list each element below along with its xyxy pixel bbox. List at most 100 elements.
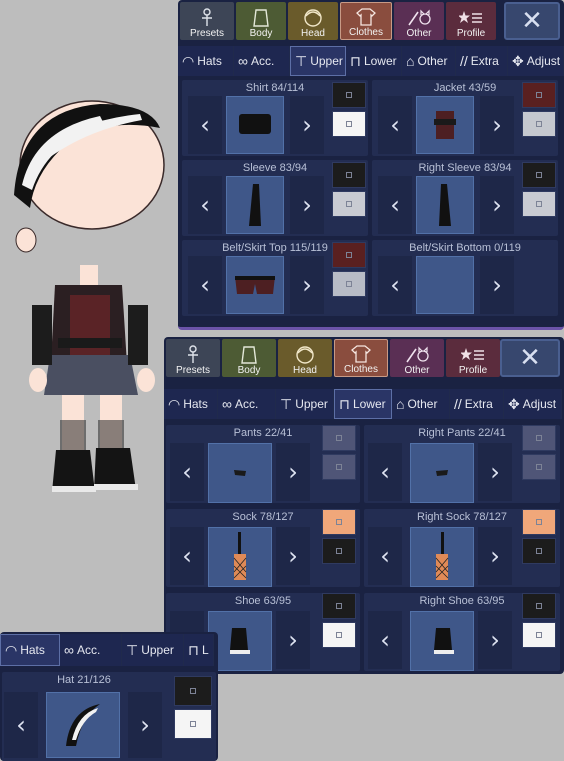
color-swatch-1[interactable] xyxy=(174,676,212,706)
color-swatch-2[interactable] xyxy=(522,538,556,564)
subtab-hats[interactable]: ◠ Hats xyxy=(178,46,234,76)
subtab-upper[interactable]: ⊤ Upper xyxy=(276,389,334,419)
subtab-other[interactable]: ⌂ Other xyxy=(392,389,450,419)
next-button[interactable]: › xyxy=(478,527,512,585)
color-swatch-1[interactable] xyxy=(332,162,366,188)
subtab-lower[interactable]: ⊓ Lower xyxy=(346,46,402,76)
item-preview[interactable] xyxy=(46,692,120,758)
subtab-lower[interactable]: ⊓ Lower xyxy=(334,389,392,419)
subtab-acc[interactable]: ∞ Acc. xyxy=(234,46,290,76)
subtab-hats[interactable]: ◠ Hats xyxy=(0,634,60,666)
color-swatch-1[interactable] xyxy=(522,82,556,108)
subtab-hats[interactable]: ◠ Hats xyxy=(164,389,218,419)
prev-button[interactable]: ‹ xyxy=(368,443,402,501)
next-button[interactable]: › xyxy=(276,611,310,669)
prev-button[interactable]: ‹ xyxy=(378,176,412,234)
color-swatch-2[interactable] xyxy=(332,111,366,137)
item-preview[interactable] xyxy=(226,96,284,154)
prev-button[interactable]: ‹ xyxy=(170,443,204,501)
color-swatch-2[interactable] xyxy=(522,111,556,137)
subtab-other[interactable]: ⌂ Other xyxy=(402,46,456,76)
next-button[interactable]: › xyxy=(276,443,310,501)
prev-button[interactable]: ‹ xyxy=(188,256,222,314)
color-swatch-2[interactable] xyxy=(322,538,356,564)
item-preview[interactable] xyxy=(410,527,474,587)
prev-button[interactable]: ‹ xyxy=(368,527,402,585)
next-button[interactable]: › xyxy=(276,527,310,585)
prev-button[interactable]: ‹ xyxy=(170,527,204,585)
color-swatch-1[interactable] xyxy=(522,162,556,188)
tab-head[interactable]: Head xyxy=(288,2,338,40)
color-swatch-1[interactable] xyxy=(332,242,366,268)
item-preview[interactable] xyxy=(226,176,284,234)
next-button[interactable]: › xyxy=(128,692,162,758)
item-preview[interactable] xyxy=(416,176,474,234)
subtab-upper[interactable]: ⊤ Upper xyxy=(122,634,184,666)
color-swatch-2[interactable] xyxy=(332,271,366,297)
item-preview[interactable] xyxy=(416,96,474,154)
swatch-dot xyxy=(536,201,542,207)
next-button[interactable]: › xyxy=(290,96,324,154)
swatch-dot xyxy=(536,519,542,525)
prev-button[interactable]: ‹ xyxy=(4,692,38,758)
star-list-icon xyxy=(461,344,485,366)
tab-presets[interactable]: Presets xyxy=(166,339,220,377)
item-cell-belt-skirt-top: Belt/Skirt Top 115/119 ‹ › xyxy=(182,240,368,316)
next-button[interactable]: › xyxy=(290,176,324,234)
tab-clothes[interactable]: Clothes xyxy=(334,339,388,377)
next-button[interactable]: › xyxy=(290,256,324,314)
color-swatch-2[interactable] xyxy=(322,454,356,480)
tab-body[interactable]: Body xyxy=(236,2,286,40)
color-swatch-2[interactable] xyxy=(522,191,556,217)
color-swatch-1[interactable] xyxy=(522,425,556,451)
item-preview[interactable] xyxy=(226,256,284,314)
subtab-upper[interactable]: ⊤ Upper xyxy=(290,46,346,76)
subtab-extra[interactable]: //Extra xyxy=(450,389,504,419)
item-preview[interactable] xyxy=(208,443,272,503)
tab-clothes[interactable]: Clothes xyxy=(340,2,392,40)
tab-label: Presets xyxy=(176,365,210,376)
color-swatch-1[interactable] xyxy=(322,593,356,619)
prev-button[interactable]: ‹ xyxy=(188,96,222,154)
next-button[interactable]: › xyxy=(480,256,514,314)
tab-profile[interactable]: Profile xyxy=(446,2,496,40)
tab-profile[interactable]: Profile xyxy=(446,339,500,377)
item-preview[interactable] xyxy=(410,443,474,503)
color-swatch-1[interactable] xyxy=(322,425,356,451)
color-swatch-1[interactable] xyxy=(332,82,366,108)
color-swatch-1[interactable] xyxy=(522,593,556,619)
tab-presets[interactable]: Presets xyxy=(180,2,234,40)
prev-button[interactable]: ‹ xyxy=(368,611,402,669)
next-button[interactable]: › xyxy=(478,443,512,501)
color-swatch-2[interactable] xyxy=(522,454,556,480)
color-swatch-2[interactable] xyxy=(522,622,556,648)
pants-preview-icon xyxy=(436,470,448,476)
prev-button[interactable]: ‹ xyxy=(378,256,412,314)
tab-other[interactable]: Other xyxy=(390,339,444,377)
subtab-label: Upper xyxy=(141,643,174,657)
item-preview[interactable] xyxy=(410,611,474,671)
close-button[interactable]: ✕ xyxy=(500,339,560,377)
color-swatch-2[interactable] xyxy=(332,191,366,217)
subtab-adjust[interactable]: ✥ Adjust xyxy=(504,389,562,419)
subtab-adjust[interactable]: ✥ Adjust xyxy=(508,46,564,76)
item-preview[interactable] xyxy=(208,527,272,587)
color-swatch-1[interactable] xyxy=(522,509,556,535)
subtab-extra[interactable]: //Extra xyxy=(456,46,508,76)
color-swatch-2[interactable] xyxy=(322,622,356,648)
tab-body[interactable]: Body xyxy=(222,339,276,377)
subtab-acc[interactable]: ∞ Acc. xyxy=(60,634,122,666)
next-button[interactable]: › xyxy=(478,611,512,669)
close-button[interactable]: ✕ xyxy=(504,2,560,40)
color-swatch-1[interactable] xyxy=(322,509,356,535)
next-button[interactable]: › xyxy=(480,176,514,234)
subtab-lower[interactable]: ⊓ L xyxy=(184,634,214,666)
prev-button[interactable]: ‹ xyxy=(378,96,412,154)
prev-button[interactable]: ‹ xyxy=(188,176,222,234)
item-preview[interactable] xyxy=(416,256,474,314)
tab-other[interactable]: Other xyxy=(394,2,444,40)
next-button[interactable]: › xyxy=(480,96,514,154)
subtab-acc[interactable]: ∞ Acc. xyxy=(218,389,276,419)
tab-head[interactable]: Head xyxy=(278,339,332,377)
color-swatch-2[interactable] xyxy=(174,709,212,739)
